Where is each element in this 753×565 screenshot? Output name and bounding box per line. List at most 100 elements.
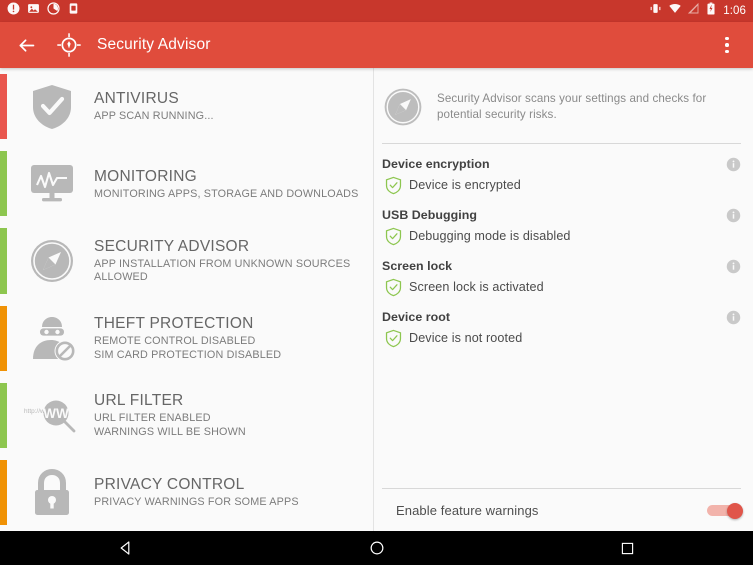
status-stripe-antivirus — [0, 74, 7, 140]
toggle-knob — [727, 503, 743, 519]
sidebar-item-theft-protection[interactable]: THEFT PROTECTION REMOTE CONTROL DISABLED… — [0, 300, 373, 377]
android-nav-bar — [0, 531, 753, 565]
feature-list: ANTIVIRUS APP SCAN RUNNING... MONITORING… — [0, 68, 374, 531]
feature-subtitle: APP INSTALLATION FROM UNKNOWN SOURCES — [94, 258, 351, 271]
feature-text: SECURITY ADVISOR APP INSTALLATION FROM U… — [94, 237, 350, 285]
feature-warnings-row[interactable]: Enable feature warnings — [382, 488, 743, 531]
wifi-icon — [668, 2, 682, 20]
detail-header: Security Advisor scans your settings and… — [374, 68, 753, 128]
app-root: 1:06 Security Advisor ANTIVIRUS APP SCAN… — [0, 0, 753, 565]
nav-home-icon[interactable] — [347, 531, 407, 565]
feature-title: SECURITY ADVISOR — [94, 238, 250, 256]
circle-progress-icon — [47, 2, 60, 20]
status-bar-clock: 1:06 — [723, 5, 746, 17]
check-body: Device is not rooted — [382, 328, 745, 348]
status-stripe-url-filter — [0, 382, 7, 448]
check-status-text: Device is encrypted — [409, 178, 521, 192]
sim-card-icon — [67, 2, 80, 20]
check-status-text: Screen lock is activated — [409, 280, 544, 294]
nav-back-icon[interactable] — [96, 531, 156, 565]
check-row-usb-debugging[interactable]: USB Debugging Debugging mode is disabled — [382, 195, 745, 246]
feature-title: ANTIVIRUS — [94, 90, 179, 108]
check-title: Device encryption — [382, 157, 490, 171]
status-stripe-privacy-control — [0, 459, 7, 526]
overflow-dot — [725, 36, 729, 41]
feature-subtitle: MONITORING APPS, STORAGE AND DOWNLOADS — [94, 187, 359, 200]
shield-check-green-icon — [382, 277, 404, 297]
check-body: Screen lock is activated — [382, 277, 745, 297]
feature-text: ANTIVIRUS APP SCAN RUNNING... — [94, 89, 214, 123]
feature-warnings-label: Enable feature warnings — [396, 502, 539, 518]
check-status-text: Debugging mode is disabled — [409, 229, 571, 243]
overflow-menu-icon[interactable] — [717, 33, 737, 57]
shield-check-green-icon — [382, 226, 404, 246]
battery-icon — [706, 2, 716, 20]
status-bar-left-icons — [7, 2, 80, 20]
image-icon — [27, 2, 40, 20]
vibrate-icon — [649, 2, 662, 20]
overflow-dot — [725, 49, 729, 54]
shield-check-green-icon — [382, 328, 404, 348]
alert-circle-icon — [7, 2, 20, 20]
check-body: Device is encrypted — [382, 175, 745, 195]
monitor-graph-icon — [24, 158, 80, 210]
feature-warnings-toggle[interactable] — [707, 503, 743, 519]
sidebar-item-url-filter[interactable]: http://w WW URL FILTER URL FILTER ENABLE… — [0, 377, 373, 454]
check-status-text: Device is not rooted — [409, 331, 523, 345]
info-icon[interactable] — [726, 310, 741, 325]
feature-text: PRIVACY CONTROL PRIVACY WARNINGS FOR SOM… — [94, 475, 299, 509]
thief-blocked-icon — [24, 312, 80, 364]
status-bar-right-icons: 1:06 — [649, 2, 746, 20]
info-icon[interactable] — [726, 259, 741, 274]
check-row-device-encryption[interactable]: Device encryption Device is encrypted — [382, 144, 745, 195]
sidebar-item-antivirus[interactable]: ANTIVIRUS APP SCAN RUNNING... — [0, 68, 373, 145]
url-icon-ww: WW — [43, 406, 69, 421]
check-row-screen-lock[interactable]: Screen lock Screen lock is activated — [382, 246, 745, 297]
feature-subtitle-line2: ALLOWED — [94, 271, 148, 284]
check-title: USB Debugging — [382, 208, 477, 222]
status-bar: 1:06 — [0, 0, 753, 22]
check-row-device-root[interactable]: Device root Device is not rooted — [382, 297, 745, 348]
nav-recents-icon[interactable] — [598, 531, 658, 565]
detail-pane: Security Advisor scans your settings and… — [374, 68, 753, 531]
feature-subtitle: URL FILTER ENABLED — [94, 412, 211, 425]
page-title: Security Advisor — [97, 36, 211, 53]
feature-subtitle-line2: SIM CARD PROTECTION DISABLED — [94, 348, 282, 361]
feature-text: THEFT PROTECTION REMOTE CONTROL DISABLED… — [94, 314, 281, 362]
sidebar-item-privacy-control[interactable]: PRIVACY CONTROL PRIVACY WARNINGS FOR SOM… — [0, 454, 373, 531]
url-icon-text: http://w — [24, 408, 45, 415]
status-stripe-theft-protection — [0, 305, 7, 371]
feature-text: MONITORING MONITORING APPS, STORAGE AND … — [94, 167, 358, 201]
info-icon[interactable] — [726, 157, 741, 172]
check-title: Screen lock — [382, 259, 453, 273]
feature-title: MONITORING — [94, 167, 197, 185]
content-area: ANTIVIRUS APP SCAN RUNNING... MONITORING… — [0, 68, 753, 531]
status-stripe-security-advisor — [0, 228, 7, 294]
feature-subtitle: APP SCAN RUNNING... — [94, 110, 214, 123]
url-magnifier-icon: http://w WW — [24, 389, 80, 441]
feature-subtitle: REMOTE CONTROL DISABLED — [94, 335, 256, 348]
sidebar-item-security-advisor[interactable]: SECURITY ADVISOR APP INSTALLATION FROM U… — [0, 222, 373, 299]
feature-text: URL FILTER URL FILTER ENABLED WARNINGS W… — [94, 391, 246, 439]
shield-check-green-icon — [382, 175, 404, 195]
padlock-icon — [24, 467, 80, 519]
status-stripe-monitoring — [0, 151, 7, 217]
feature-title: PRIVACY CONTROL — [94, 476, 245, 494]
check-body: Debugging mode is disabled — [382, 226, 745, 246]
feature-title: THEFT PROTECTION — [94, 315, 254, 333]
check-title: Device root — [382, 310, 451, 324]
detail-description: Security Advisor scans your settings and… — [437, 92, 707, 121]
overflow-dot — [725, 43, 729, 47]
app-bar: Security Advisor — [0, 22, 753, 68]
sidebar-item-monitoring[interactable]: MONITORING MONITORING APPS, STORAGE AND … — [0, 145, 373, 222]
back-arrow-icon[interactable] — [14, 33, 38, 57]
compass-icon — [24, 235, 80, 287]
security-check-list: Device encryption Device is encrypted US… — [374, 144, 753, 348]
info-icon[interactable] — [726, 208, 741, 223]
feature-subtitle-line2: WARNINGS WILL BE SHOWN — [94, 425, 246, 438]
compass-icon — [382, 86, 424, 128]
feature-title: URL FILTER — [94, 392, 184, 410]
compass-target-icon — [56, 32, 82, 58]
signal-off-icon — [688, 2, 700, 20]
shield-check-icon — [24, 81, 80, 133]
